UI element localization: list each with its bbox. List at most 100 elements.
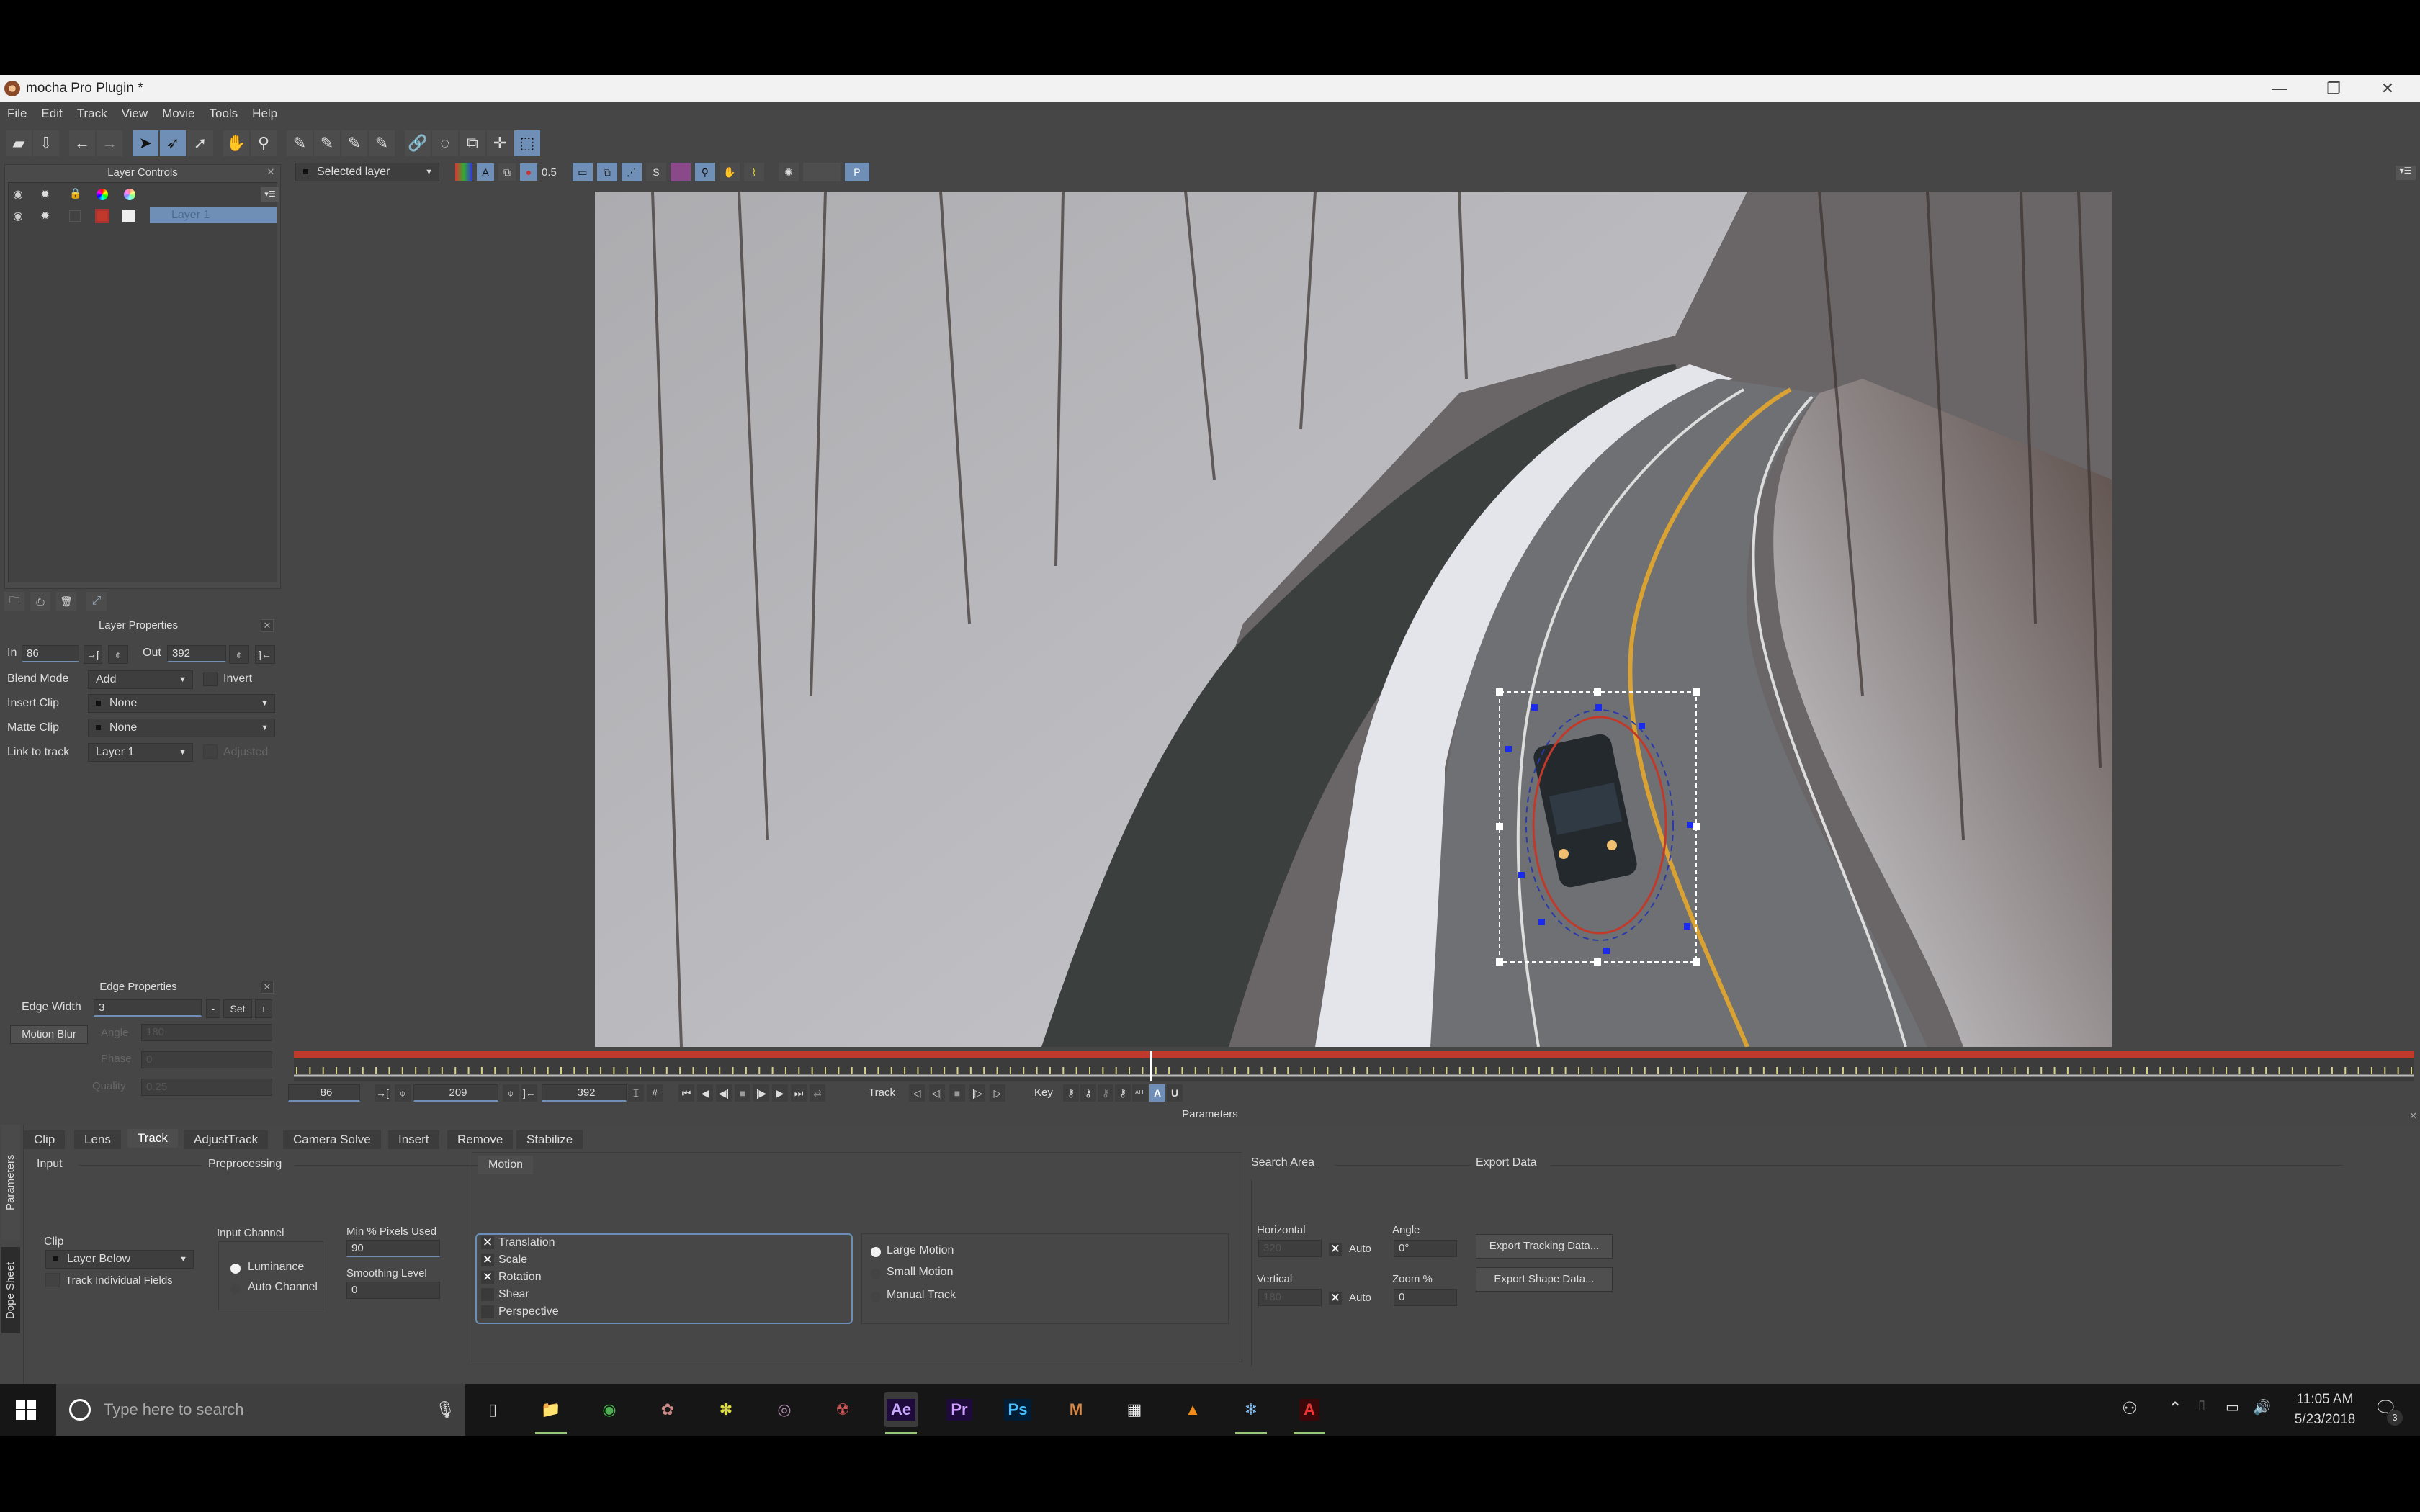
rotation-checkbox[interactable]: ✕ [481,1271,494,1284]
taskbar-app-magic-bullet[interactable]: M [1059,1392,1093,1427]
taskbar-app-task-view[interactable]: ▯ [475,1392,510,1427]
select-bezier-pointer-icon[interactable]: ➶ [160,130,186,156]
taskbar-app-snowflake-app[interactable]: ❄ [1234,1392,1268,1434]
step-forward-icon[interactable]: |▶ [753,1084,769,1102]
scale-icon[interactable]: ⧉ [460,130,485,156]
rotate-lasso-icon[interactable]: ◌ [432,130,458,156]
menu-help[interactable]: Help [252,107,277,121]
surface-select-icon[interactable]: ⬚ [514,130,540,156]
exposure-field[interactable] [802,163,841,181]
hand-pan-icon[interactable]: ✋ [223,130,249,156]
show-splines-icon[interactable]: ⋰ [621,163,642,181]
side-tab-parameters[interactable]: Parameters [1,1125,20,1240]
track-forward-icon[interactable]: ▷ [990,1084,1005,1102]
edge-width-increase-button[interactable]: + [255,999,272,1018]
adjusted-checkbox[interactable] [203,744,218,759]
layer-menu-icon[interactable]: ▾☰ [261,187,279,202]
new-layer-icon[interactable]: ⎙ [30,592,50,611]
timeline-out-frame[interactable]: 392 [542,1084,627,1102]
taskbar-app-calculator[interactable]: ▦ [1117,1392,1152,1427]
in-cursor-icon[interactable]: ⌽ [395,1084,411,1102]
layer-row[interactable]: ◉ ✹ Layer 1 [9,207,277,225]
battery-icon[interactable]: ▭ [2226,1398,2239,1416]
close-icon[interactable]: ✕ [261,981,274,994]
next-keyframe-icon[interactable]: ⚷ [1080,1084,1096,1102]
overlay-icon[interactable]: ⧉ [498,163,516,181]
show-hidden-icons-chevron[interactable]: ⌃ [2168,1398,2182,1419]
quality-field[interactable]: 0.25 [141,1079,272,1096]
taskbar-app-acrobat[interactable]: A [1292,1392,1327,1434]
surface-icon[interactable]: S [645,163,666,181]
smoothing-level-field[interactable]: 0 [346,1282,440,1299]
taskbar-app-fusion[interactable]: ✽ [709,1392,743,1427]
track-backward-icon[interactable]: ◁ [909,1084,925,1102]
taskbar-app-file-explorer[interactable]: 📁 [534,1392,568,1434]
insert-clip-dropdown[interactable]: None ▼ [88,694,275,713]
vertical-auto-checkbox[interactable]: ✕ [1329,1292,1342,1305]
input-clip-dropdown[interactable]: Layer Below ▼ [45,1250,194,1269]
tab-clip[interactable]: Clip [24,1130,66,1149]
motion-blur-toggle[interactable]: Motion Blur [10,1025,88,1044]
shear-checkbox[interactable] [481,1288,494,1301]
export-shape-data-button[interactable]: Export Shape Data... [1476,1267,1613,1292]
track-stop-icon[interactable]: ■ [949,1084,965,1102]
layer-visibility-eye-icon[interactable]: ◉ [13,209,23,223]
blend-mode-dropdown[interactable]: Add ▼ [88,670,193,689]
menu-file[interactable]: File [7,107,27,121]
stop-icon[interactable]: ■ [735,1084,750,1102]
auto-channel-radio[interactable] [230,1284,241,1294]
u-key-button[interactable]: U [1167,1084,1183,1102]
show-image-icon[interactable]: ▭ [572,163,593,181]
link-to-track-dropdown[interactable]: Layer 1 ▼ [88,743,193,762]
add-xspline-pen-icon[interactable]: ✎ [314,130,340,156]
edge-width-field[interactable]: 3 [94,999,202,1017]
microphone-icon[interactable]: 🎙 [435,1400,455,1419]
menu-movie[interactable]: Movie [162,107,194,121]
menu-track[interactable]: Track [77,107,107,121]
redo-arrow-icon[interactable]: → [97,130,122,156]
expand-icon[interactable]: ⤢ [86,592,107,611]
side-tab-dope-sheet[interactable]: Dope Sheet [1,1247,20,1333]
vertical-field[interactable]: 180 [1258,1289,1322,1306]
phase-field[interactable]: 0 [141,1051,272,1068]
playhead[interactable] [1150,1051,1153,1081]
proxy-button[interactable]: P [844,163,869,181]
tab-lens[interactable]: Lens [74,1130,121,1149]
taskbar-search-box[interactable]: Type here to search 🎙 [56,1384,465,1436]
windows-start-icon[interactable] [16,1400,36,1420]
small-motion-radio[interactable] [871,1269,881,1279]
invert-checkbox[interactable] [203,672,218,686]
auto-key-button[interactable]: A [1150,1084,1165,1102]
taskbar-app-media-encoder[interactable]: ◎ [767,1392,802,1427]
set-in-point-icon[interactable]: →[ [375,1084,390,1102]
delete-keyframe-icon[interactable]: ⚷ [1115,1084,1131,1102]
track-step-backward-icon[interactable]: ◁| [929,1084,945,1102]
menu-view[interactable]: View [122,107,148,121]
save-icon[interactable]: ⇩ [33,130,59,156]
export-tracking-data-button[interactable]: Export Tracking Data... [1476,1234,1613,1259]
close-button[interactable]: ✕ [2362,75,2413,102]
brightness-icon[interactable]: ✺ [778,163,799,181]
zoom-magnifier-icon[interactable]: ⚲ [251,130,277,156]
link-icon[interactable]: 🔗 [405,130,431,156]
angle-field[interactable]: 0° [1394,1240,1457,1257]
horizontal-field[interactable]: 320 [1258,1240,1322,1257]
in-point-field[interactable]: 86 [22,645,79,662]
luminance-radio[interactable] [230,1264,241,1274]
out-cursor-icon[interactable]: ⌽ [503,1084,519,1102]
alpha-icon[interactable]: A [477,163,494,181]
perspective-checkbox[interactable] [481,1305,494,1318]
large-motion-radio[interactable] [871,1247,881,1257]
bezier-pen-icon[interactable]: ✎ [341,130,367,156]
angle-field[interactable]: 180 [141,1024,272,1041]
go-to-end-icon[interactable]: ⏭ [791,1084,807,1102]
layer-matte-swatch[interactable] [122,210,135,222]
matte-icon[interactable]: ● [520,163,537,181]
loop-icon[interactable]: ⇄ [810,1084,825,1102]
taskbar-app-vlc[interactable]: ▲ [1175,1392,1210,1427]
maximize-button[interactable]: ❐ [2308,75,2359,102]
taskbar-app-photoshop[interactable]: Ps [1000,1392,1035,1427]
stabilize-hand-icon[interactable]: ✋ [719,163,740,181]
delete-all-keys-icon[interactable]: ALL [1132,1084,1148,1102]
people-icon[interactable]: ⚇ [2122,1398,2138,1419]
